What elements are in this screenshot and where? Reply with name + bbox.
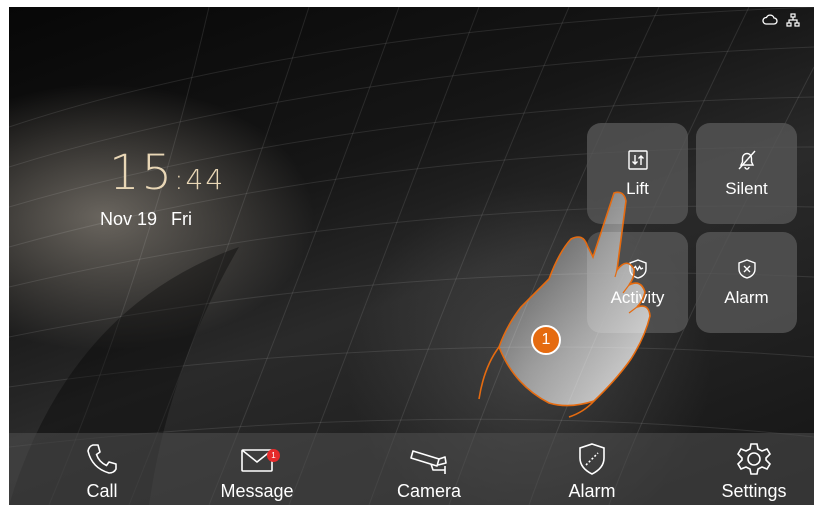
- dock-camera-label: Camera: [396, 481, 462, 501]
- dock-call-label: Call: [86, 481, 118, 501]
- shield-icon: [579, 443, 605, 475]
- dock-settings-button[interactable]: Settings: [694, 441, 814, 502]
- dock-camera-button[interactable]: Camera: [369, 441, 489, 502]
- dock-call-button[interactable]: Call: [42, 441, 162, 502]
- home-screen: 15:44 Nov 19 Fri Lift Silent Alarm 1 Cal…: [9, 7, 814, 505]
- dock-message-label: Message: [220, 481, 294, 501]
- tapping-hand-illustration: [478, 191, 651, 418]
- bottom-dock: Call 1 Message Camera Alarm Settings: [9, 433, 814, 505]
- cctv-camera-icon: [410, 450, 447, 474]
- step-number-badge: 1: [531, 325, 561, 355]
- dock-alarm-label: Alarm: [568, 481, 616, 501]
- dock-alarm-button[interactable]: Alarm: [532, 441, 652, 502]
- phone-icon: [87, 444, 117, 474]
- message-count-badge: 1: [267, 449, 280, 462]
- gear-icon: [736, 443, 772, 475]
- dock-settings-label: Settings: [721, 481, 787, 501]
- dock-message-button[interactable]: 1 Message: [197, 441, 317, 502]
